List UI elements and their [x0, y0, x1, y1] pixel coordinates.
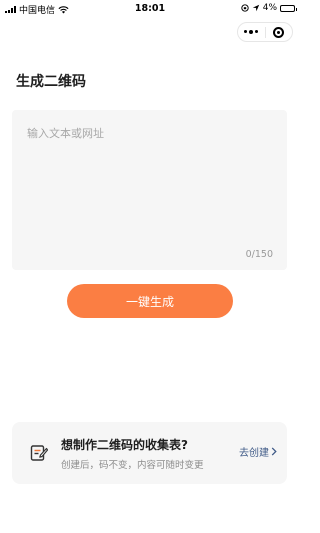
close-mini-program-button[interactable]	[266, 26, 293, 38]
more-icon[interactable]	[238, 29, 265, 34]
create-link-label: 去创建	[239, 448, 269, 459]
form-icon	[30, 445, 48, 461]
battery-percent: 4%	[262, 3, 277, 13]
close-icon	[273, 26, 285, 38]
status-right: 4%	[241, 3, 297, 13]
orientation-lock-icon	[241, 4, 249, 12]
status-bar: 中国电信 18:01 4%	[0, 0, 300, 18]
location-icon	[252, 4, 259, 12]
capsule-menu	[237, 22, 293, 42]
text-input-box: 0/150	[12, 110, 287, 270]
promo-title: 想制作二维码的收集表?	[61, 438, 188, 452]
char-counter: 0/150	[245, 249, 273, 260]
promo-card[interactable]: 想制作二维码的收集表? 创建后，码不变，内容可随时变更 去创建	[12, 422, 287, 484]
battery-icon	[280, 4, 297, 12]
text-input[interactable]	[12, 110, 287, 270]
page-title: 生成二维码	[16, 74, 86, 90]
promo-subtitle: 创建后，码不变，内容可随时变更	[61, 460, 204, 471]
generate-button[interactable]: 一键生成	[67, 284, 233, 318]
create-link[interactable]: 去创建	[239, 444, 277, 459]
chevron-right-icon	[271, 447, 277, 456]
